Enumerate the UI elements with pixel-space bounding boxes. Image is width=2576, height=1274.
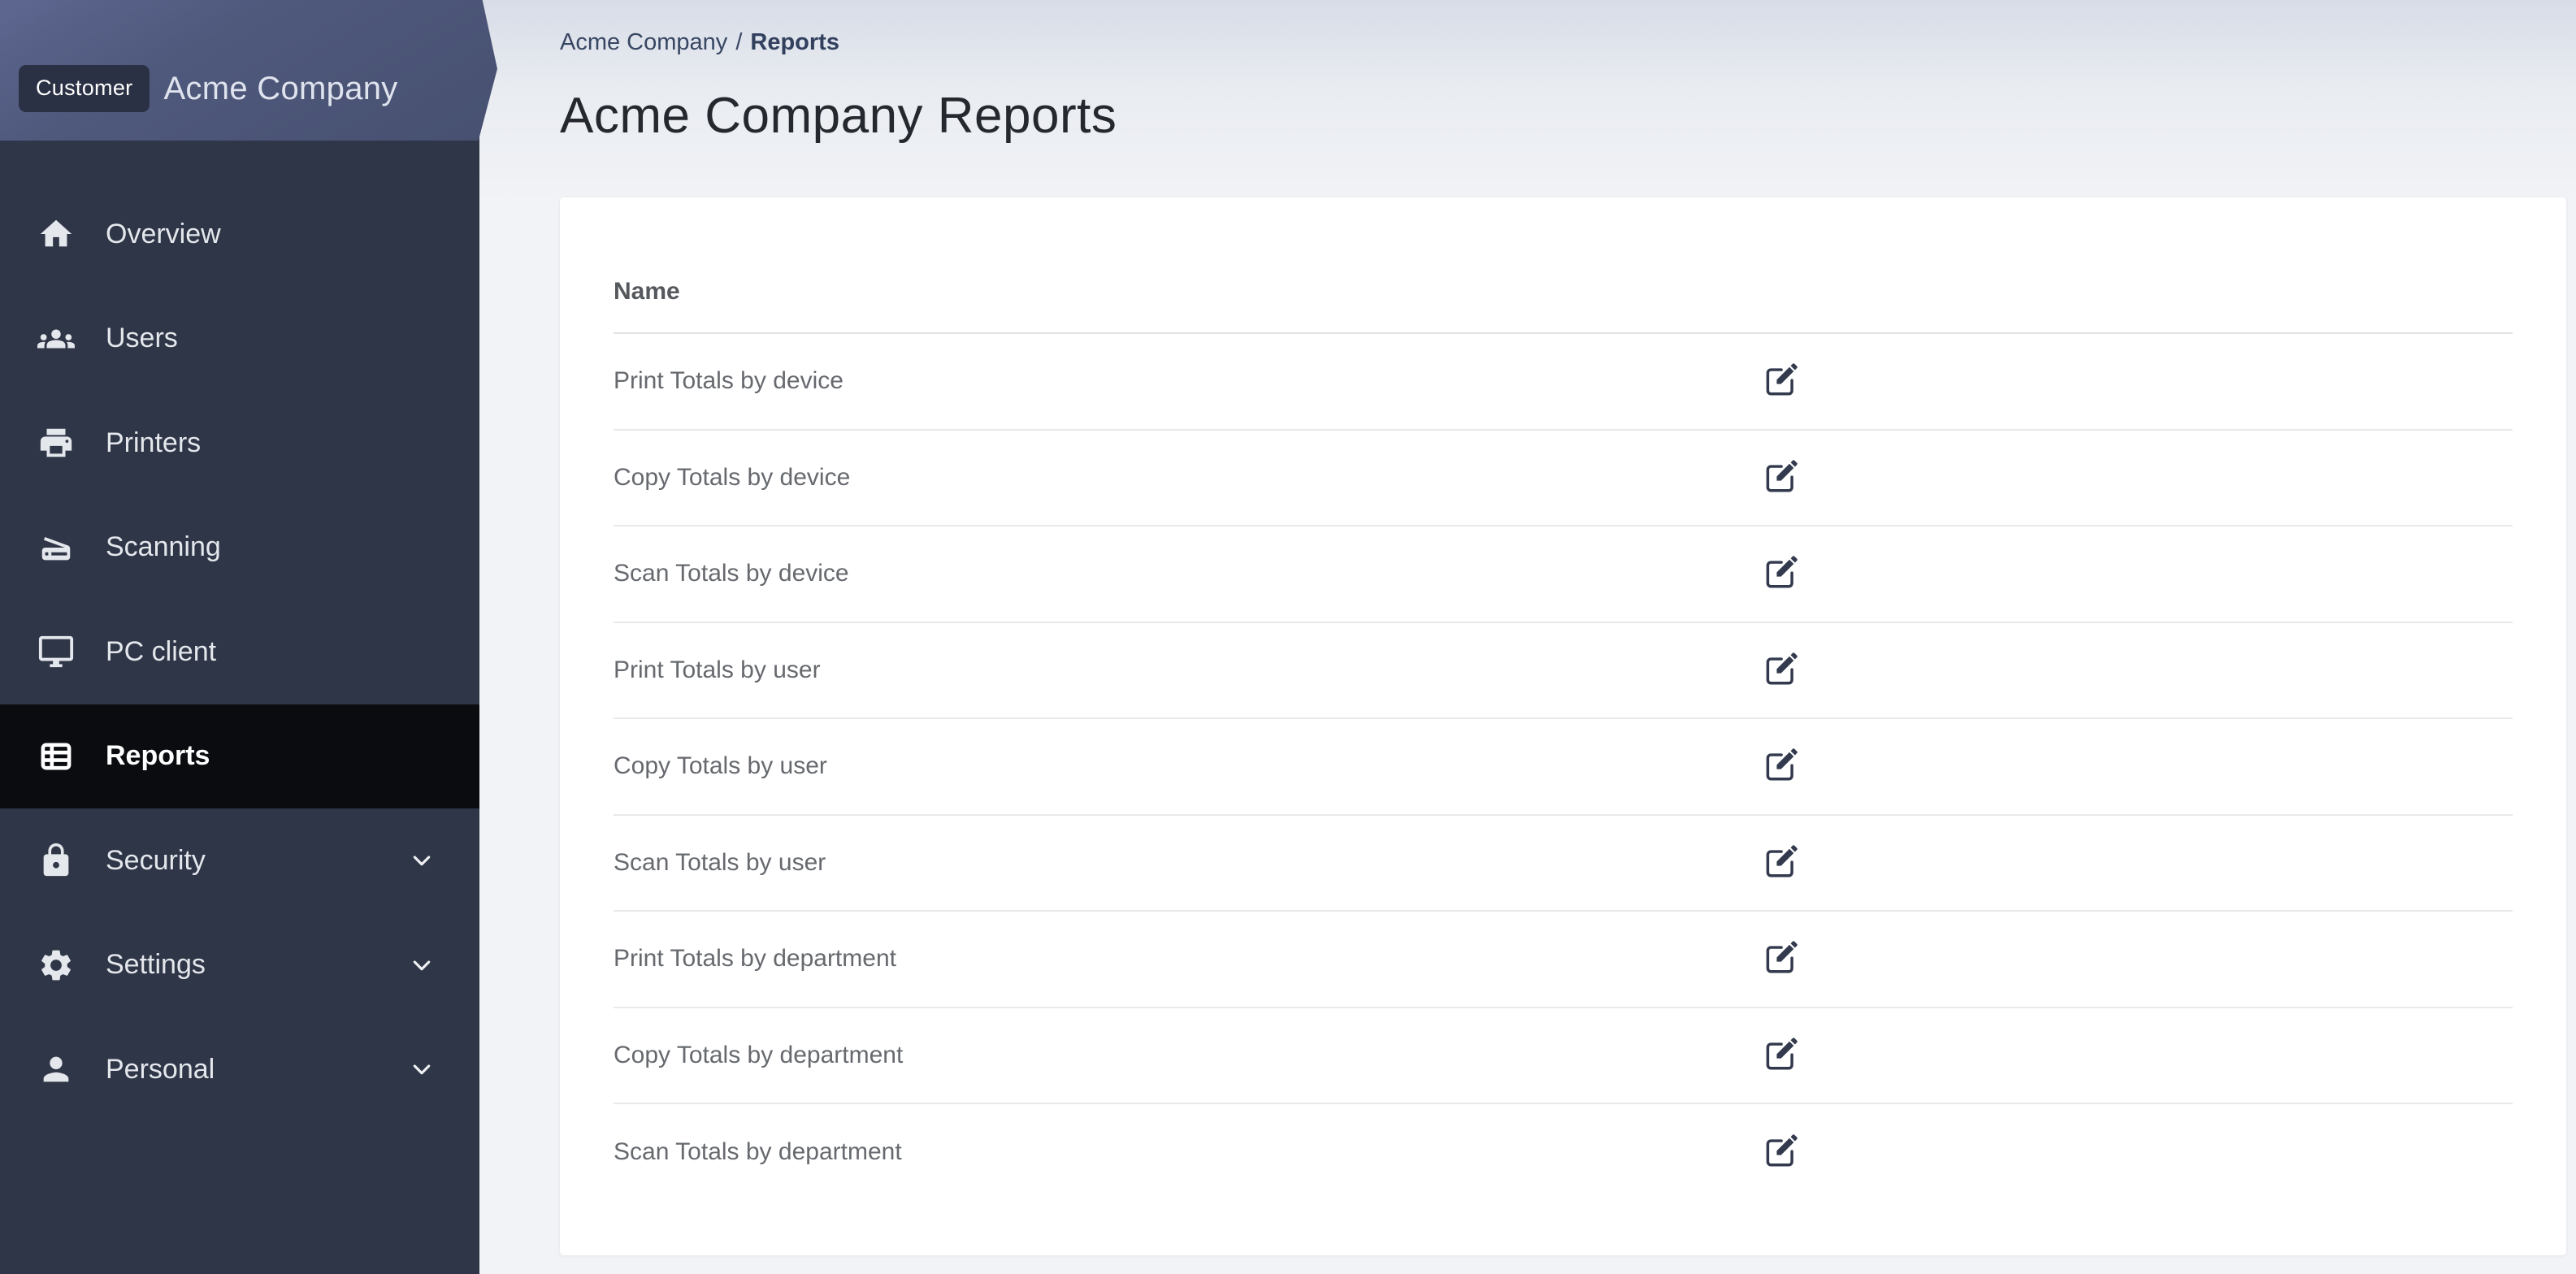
reports-icon — [37, 738, 75, 775]
report-name: Copy Totals by device — [614, 463, 851, 491]
edit-report-button[interactable] — [1763, 651, 1799, 688]
table-row[interactable]: Copy Totals by device — [614, 431, 2513, 526]
table-row[interactable]: Scan Totals by user — [614, 816, 2513, 912]
users-icon — [37, 320, 75, 358]
sidebar-item-label: Settings — [106, 949, 206, 981]
table-row[interactable]: Copy Totals by department — [614, 1008, 2513, 1104]
customer-banner[interactable]: Customer Acme Company — [0, 0, 497, 141]
person-icon — [37, 1051, 75, 1088]
scanner-icon — [37, 529, 75, 566]
table-row[interactable]: Print Totals by device — [614, 334, 2513, 431]
report-name: Scan Totals by device — [614, 560, 849, 587]
sidebar-item-settings[interactable]: Settings — [0, 913, 479, 1018]
breadcrumb-current: Reports — [750, 29, 839, 55]
edit-report-button[interactable] — [1763, 939, 1799, 977]
sidebar-item-personal[interactable]: Personal — [0, 1017, 479, 1122]
company-name: Acme Company — [163, 70, 398, 106]
chevron-down-icon — [406, 845, 437, 876]
sidebar-item-label: Printers — [106, 427, 202, 458]
home-icon — [37, 215, 75, 253]
report-name: Scan Totals by department — [614, 1138, 902, 1166]
sidebar-item-pc-client[interactable]: PC client — [0, 600, 479, 704]
edit-report-button[interactable] — [1763, 747, 1799, 784]
table-row[interactable]: Print Totals by department — [614, 912, 2513, 1008]
column-header-name: Name — [614, 278, 680, 305]
sidebar: Customer Acme Company Overview Users Pri… — [0, 0, 497, 1274]
edit-report-button[interactable] — [1763, 458, 1799, 496]
sidebar-nav: Overview Users Printers Scanning PC clie — [0, 141, 479, 1122]
sidebar-item-label: Overview — [106, 218, 221, 249]
report-name: Copy Totals by user — [614, 752, 827, 780]
sidebar-item-label: Reports — [106, 740, 210, 772]
report-name: Print Totals by device — [614, 367, 843, 395]
report-name: Scan Totals by user — [614, 848, 826, 876]
chevron-down-icon — [406, 950, 437, 981]
printer-icon — [37, 424, 75, 462]
reports-card: Name Print Totals by device Copy Totals … — [560, 197, 2566, 1255]
breadcrumb: Acme Company / Reports — [560, 29, 2566, 56]
breadcrumb-separator: / — [735, 29, 743, 55]
table-header: Name — [614, 197, 2513, 334]
page-title: Acme Company Reports — [560, 88, 1117, 144]
table-row[interactable]: Print Totals by user — [614, 623, 2513, 719]
customer-badge: Customer — [19, 65, 150, 112]
sidebar-item-users[interactable]: Users — [0, 287, 479, 392]
edit-report-button[interactable] — [1763, 554, 1799, 592]
main-content: Acme Company / Reports Acme Company Repo… — [479, 0, 2576, 1274]
sidebar-item-label: Scanning — [106, 531, 221, 563]
report-name: Print Totals by user — [614, 656, 821, 683]
lock-icon — [37, 842, 75, 879]
sidebar-item-security[interactable]: Security — [0, 808, 479, 913]
sidebar-item-label: Security — [106, 844, 206, 876]
sidebar-item-printers[interactable]: Printers — [0, 391, 479, 496]
edit-report-button[interactable] — [1763, 1036, 1799, 1073]
edit-report-button[interactable] — [1763, 1133, 1799, 1170]
table-row[interactable]: Scan Totals by device — [614, 526, 2513, 623]
sidebar-item-scanning[interactable]: Scanning — [0, 496, 479, 600]
sidebar-item-label: Personal — [106, 1053, 215, 1085]
breadcrumb-parent[interactable]: Acme Company — [560, 29, 727, 56]
sidebar-item-overview[interactable]: Overview — [0, 182, 479, 287]
desktop-icon — [37, 633, 75, 670]
report-name: Copy Totals by department — [614, 1041, 904, 1068]
edit-report-button[interactable] — [1763, 362, 1799, 399]
table-row[interactable]: Scan Totals by department — [614, 1104, 2513, 1201]
sidebar-item-reports[interactable]: Reports — [0, 704, 479, 808]
edit-report-button[interactable] — [1763, 843, 1799, 881]
sidebar-item-label: Users — [106, 323, 178, 354]
table-row[interactable]: Copy Totals by user — [614, 719, 2513, 816]
gear-icon — [37, 947, 75, 984]
chevron-down-icon — [406, 1054, 437, 1085]
report-name: Print Totals by department — [614, 945, 896, 973]
sidebar-item-label: PC client — [106, 635, 217, 667]
